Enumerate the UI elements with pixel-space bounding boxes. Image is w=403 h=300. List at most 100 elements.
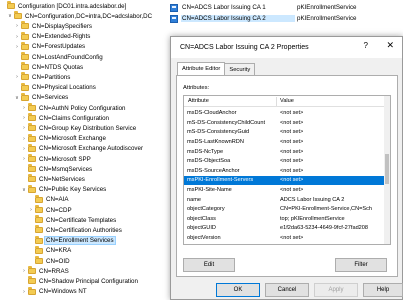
attribute-row[interactable]: name ADCS Labor Issuing CA 2 <box>184 195 384 204</box>
tree-item[interactable]: › CN=Microsoft Exchange Autodiscover <box>21 143 144 154</box>
attribute-row[interactable]: msDS-SourceAnchor <not set> <box>184 167 384 176</box>
attribute-name: msDS-NcType <box>187 148 224 155</box>
attribute-row[interactable]: msDS-LastKnownRDN <not set> <box>184 138 384 147</box>
column-header-attribute[interactable]: Attribute <box>188 98 209 104</box>
close-icon[interactable]: ✕ <box>386 40 394 51</box>
object-list[interactable]: CN=ADCS Labor Issuing CA 1 pKIEnrollmentS… <box>168 0 403 26</box>
help-icon[interactable]: ? <box>364 41 368 50</box>
attribute-name: msPKI-Enrollment-Servers <box>187 177 254 184</box>
attribute-name: objectGUID <box>187 225 216 232</box>
tree-item[interactable]: Configuration [DC01.intra.adcslabor.de] <box>0 1 127 11</box>
tree-item[interactable]: › CN=DisplaySpecifiers <box>14 21 93 31</box>
dialog-title: CN=ADCS Labor Issuing CA 2 Properties <box>180 44 309 51</box>
attribute-name: mS-DS-ConsistencyChildCount <box>187 119 266 126</box>
tree-item[interactable]: CN=KRA <box>28 245 72 256</box>
tree-item[interactable]: CN=AIA <box>28 194 70 205</box>
cancel-button[interactable]: Cancel <box>265 283 309 297</box>
tree-item[interactable]: › CN=Claims Configuration <box>21 113 110 123</box>
chevron-right-icon[interactable]: › <box>21 267 27 275</box>
tree-item[interactable]: › CN=Windows NT <box>21 286 88 297</box>
attribute-name: objectClass <box>187 215 216 222</box>
tree-item[interactable]: CN=NetServices <box>21 174 86 184</box>
tree-item[interactable]: › CN=Microsoft SPP <box>21 154 92 164</box>
chevron-right-icon[interactable]: › <box>28 206 34 214</box>
help-button[interactable]: Help <box>363 283 403 297</box>
tree-item-label: Configuration [DC01.intra.adcslabor.de] <box>18 2 127 10</box>
tree-item[interactable]: CN=OID <box>28 256 71 266</box>
filter-button[interactable]: Filter <box>335 258 387 272</box>
tree-pane[interactable]: Configuration [DC01.intra.adcslabor.de] ∨… <box>0 0 168 300</box>
tree-item[interactable]: › CN=Partitions <box>14 72 71 82</box>
column-header-value[interactable]: Value <box>280 98 294 104</box>
attribute-row[interactable]: mS-DS-ConsistencyChildCount <not set> <box>184 119 384 128</box>
tree-item-label: CN=Enrollment Services <box>44 236 116 246</box>
list-item[interactable]: CN=ADCS Labor Issuing CA 2 pKIEnrollmentS… <box>168 13 403 24</box>
attribute-value: <not set> <box>280 139 304 146</box>
list-item[interactable]: CN=ADCS Labor Issuing CA 1 pKIEnrollmentS… <box>168 2 403 13</box>
tree-item[interactable]: › CN=AuthN Policy Configuration <box>21 103 127 113</box>
column-separator[interactable] <box>276 97 277 106</box>
tree-item-label: CN=Claims Configuration <box>39 114 109 122</box>
attribute-row[interactable]: msDS-NcType <not set> <box>184 147 384 156</box>
attribute-row[interactable]: msPKI-Enrollment-Servers <not set> <box>184 176 384 185</box>
tree-item[interactable]: ∨ CN=Configuration,DC=intra,DC=adcslabor,… <box>7 11 153 21</box>
tree-item[interactable]: › CN=ForestUpdates <box>14 41 86 52</box>
chevron-right-icon[interactable]: › <box>21 145 27 153</box>
chevron-right-icon[interactable]: › <box>14 33 20 41</box>
chevron-right-icon[interactable]: › <box>14 43 20 51</box>
tree-item[interactable]: › CN=Extended-Rights <box>14 31 91 42</box>
tree-item[interactable]: › CN=CDP <box>28 205 73 215</box>
vertical-scrollbar[interactable] <box>384 96 390 244</box>
tab-security[interactable]: Security <box>224 63 256 75</box>
tree-item[interactable]: CN=Certificate Templates <box>28 215 117 225</box>
chevron-down-icon[interactable]: ∨ <box>14 94 20 102</box>
attribute-row[interactable]: objectVersion <not set> <box>184 234 384 243</box>
chevron-right-icon[interactable]: › <box>21 114 27 122</box>
tree-item[interactable]: › CN=Group Key Distribution Service <box>21 123 137 133</box>
chevron-right-icon[interactable]: › <box>21 155 27 163</box>
tab-attribute-editor[interactable]: Attribute Editor <box>177 62 226 75</box>
folder-icon <box>21 72 29 81</box>
tree-item[interactable]: ∨ CN=Public Key Services <box>21 184 107 195</box>
scrollbar-thumb[interactable] <box>385 154 389 184</box>
tree-item-label: CN=MsmqServices <box>39 165 93 173</box>
attribute-name: msPKI-Site-Name <box>187 187 232 194</box>
attribute-row[interactable]: msPKI-Site-Name <not set> <box>184 186 384 195</box>
attributes-caption: Attributes: <box>183 85 210 91</box>
tree-item[interactable]: CN=Shadow Principal Configuration <box>21 276 139 286</box>
attribute-row[interactable]: msDS-ObjectSoa <not set> <box>184 157 384 166</box>
attribute-row[interactable]: objectGUID e1f2da63-5234-4649-9fcf-27fad2… <box>184 224 384 233</box>
chevron-right-icon[interactable]: › <box>14 73 20 81</box>
chevron-right-icon[interactable]: › <box>21 135 27 143</box>
attribute-row[interactable]: objectCategory CN=PKI-Enrollment-Service,… <box>184 205 384 214</box>
tree-item-label: CN=Configuration,DC=intra,DC=adcslabor,D… <box>25 12 153 20</box>
tree-item[interactable]: CN=MsmqServices <box>21 164 93 174</box>
chevron-right-icon[interactable]: › <box>21 104 27 112</box>
tree-item[interactable]: CN=Physical Locations <box>14 82 97 93</box>
apply-button[interactable]: Apply <box>314 283 358 297</box>
tree-item[interactable]: › CN=Microsoft Exchange <box>21 133 107 144</box>
attribute-value: <not set> <box>280 148 304 155</box>
attributes-grid[interactable]: Attribute Value msDS-CloudAnchor <not set… <box>183 95 391 245</box>
tree-item[interactable]: CN=LostAndFoundConfig <box>14 52 104 62</box>
chevron-right-icon[interactable]: › <box>21 124 27 132</box>
chevron-down-icon[interactable]: ∨ <box>7 12 13 20</box>
tree-item[interactable]: CN=Certification Authorities <box>28 225 123 235</box>
tree-item[interactable]: CN=Enrollment Services <box>28 235 116 246</box>
edit-button[interactable]: Edit <box>183 258 235 272</box>
chevron-down-icon[interactable]: ∨ <box>21 186 27 194</box>
tree-item[interactable]: CN=NTDS Quotas <box>14 62 84 72</box>
chevron-right-icon[interactable]: › <box>14 22 20 30</box>
tree-item[interactable]: › CN=RRAS <box>21 266 70 276</box>
attribute-row[interactable]: mS-DS-ConsistencyGuid <not set> <box>184 128 384 137</box>
attribute-row[interactable]: objectClass top; pKIEnrollmentService <box>184 215 384 224</box>
ok-button[interactable]: OK <box>216 283 260 297</box>
chevron-right-icon[interactable]: › <box>21 288 27 296</box>
attribute-row[interactable]: msDS-CloudAnchor <not set> <box>184 109 384 118</box>
tree-item[interactable]: ∨ CN=Services <box>14 92 69 103</box>
